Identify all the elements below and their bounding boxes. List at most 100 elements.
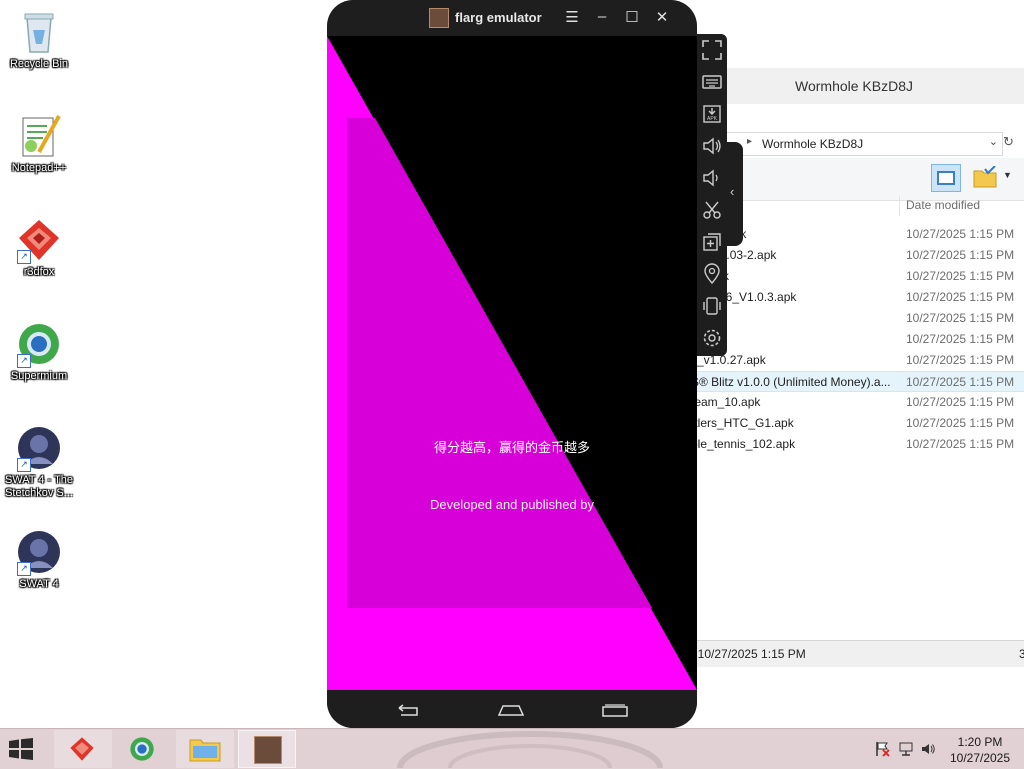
file-row[interactable]: ble_tennis_102.apk 10/27/2025 1:15 PM	[691, 434, 1024, 455]
breadcrumb-chevron-icon: ▸	[747, 136, 753, 147]
desktop-icon-label: Supermium	[10, 370, 68, 382]
close-icon[interactable]: ✕	[653, 8, 671, 26]
windows-start-icon[interactable]	[8, 738, 34, 760]
emulator-titlebar[interactable]: flarg emulator ☰ – ☐ ✕	[327, 0, 697, 36]
fullscreen-icon[interactable]	[701, 39, 723, 61]
status-info: : 10/27/2025 1:15 PM	[691, 647, 806, 661]
shortcut-arrow-icon: ↗	[17, 458, 31, 472]
file-date: 10/27/2025 1:15 PM	[906, 227, 1015, 241]
taskbar-r3dfox[interactable]	[54, 730, 112, 768]
file-row[interactable]: team_10.apk 10/27/2025 1:15 PM	[691, 392, 1024, 413]
home-icon[interactable]	[497, 702, 525, 718]
file-date: 10/27/2025 1:15 PM	[906, 437, 1015, 451]
android-nav-bar	[327, 690, 697, 728]
chevron-left-icon: ‹	[730, 184, 735, 199]
file-row[interactable]: Oz.apk10/27/2025 1:15 PM	[691, 266, 1024, 287]
action-center-flag-icon[interactable]	[874, 741, 890, 757]
splash-text-developer: Developed and published by	[429, 497, 595, 512]
game-splash-graphic	[327, 36, 697, 690]
file-name: ble_tennis_102.apk	[691, 437, 796, 451]
supermium-icon	[130, 737, 154, 761]
desktop-icon-r3dfox[interactable]: ↗ r3dfox	[1, 216, 77, 279]
network-icon[interactable]	[898, 741, 914, 757]
file-row[interactable]: oid_v1.03-2.apk 10/27/2025 1:15 PM	[691, 245, 1024, 266]
recent-apps-icon[interactable]	[601, 702, 629, 718]
status-number: 34	[1019, 647, 1024, 661]
swat4-icon: ↗	[15, 528, 63, 576]
desktop-icon-label: SWAT 4 - The Stetchkov S...	[4, 474, 74, 499]
back-icon[interactable]	[395, 702, 423, 718]
maximize-icon[interactable]: ☐	[623, 8, 641, 26]
clock-date: 10/27/2025	[949, 751, 1011, 765]
desktop-icon-supermium[interactable]: ↗ Supermium	[1, 320, 77, 383]
folder-check-icon[interactable]	[973, 166, 997, 188]
recycle-bin-icon	[15, 8, 63, 56]
shortcut-arrow-icon: ↗	[17, 354, 31, 368]
toolbar-collapse-handle[interactable]: ‹	[727, 142, 743, 246]
swat4-stetchkov-icon: ↗	[15, 424, 63, 472]
address-dropdown-icon[interactable]: ⌄	[989, 135, 998, 148]
file-date: 10/27/2025 1:15 PM	[906, 269, 1015, 283]
emulator-window[interactable]: flarg emulator ☰ – ☐ ✕ 得分越高，赢得的金币越多 Deve…	[327, 0, 697, 728]
supermium-icon: ↗	[15, 320, 63, 368]
menu-icon[interactable]: ☰	[563, 8, 581, 26]
pane-icon	[937, 171, 955, 185]
file-row[interactable]: _Armv6_V1.0.3.apk 10/27/2025 1:15 PM	[691, 287, 1024, 308]
svg-text:APK: APK	[707, 116, 718, 122]
desktop-icon-recycle-bin[interactable]: Recycle Bin	[1, 8, 77, 71]
volume-icon[interactable]	[920, 741, 936, 757]
status-bar: : 10/27/2025 1:15 PM 34	[691, 640, 1024, 667]
r3dfox-icon: ↗	[15, 216, 63, 264]
refresh-icon[interactable]: ↻	[1003, 134, 1014, 150]
emulator-logo-icon	[254, 736, 282, 764]
file-row[interactable]: 10/27/2025 1:15 PM	[691, 329, 1024, 350]
file-row[interactable]: s_v1.0.27.apk 10/27/2025 1:15 PM	[691, 350, 1024, 371]
emulator-screen[interactable]: 得分越高，赢得的金币越多 Developed and published by	[327, 36, 697, 690]
file-row[interactable]: ttlers_HTC_G1.apk 10/27/2025 1:15 PM	[691, 413, 1024, 434]
emulator-name: flarg emulator	[455, 10, 542, 25]
file-date: 10/27/2025 1:15 PM	[906, 248, 1015, 262]
emulator-logo-icon	[429, 8, 449, 28]
file-date: 10/27/2025 1:15 PM	[906, 375, 1015, 389]
install-apk-icon[interactable]: APK	[701, 103, 723, 125]
shortcut-arrow-icon: ↗	[17, 250, 31, 264]
shake-icon[interactable]	[701, 295, 723, 317]
address-text: Wormhole KBzD8J	[762, 137, 864, 151]
file-date: 10/27/2025 1:15 PM	[906, 332, 1015, 346]
file-date: 10/27/2025 1:15 PM	[906, 353, 1015, 367]
file-row[interactable]: en.apk10/27/2025 1:15 PM	[691, 308, 1024, 329]
file-date: 10/27/2025 1:15 PM	[906, 416, 1015, 430]
splash-text-chinese: 得分越高，赢得的金币越多	[433, 440, 590, 455]
view-pane-button[interactable]	[931, 164, 961, 192]
explorer-title: Wormhole KBzD8J	[691, 68, 1024, 104]
desktop-icon-label: r3dfox	[23, 266, 55, 278]
volume-up-icon[interactable]	[701, 135, 723, 157]
file-date: 10/27/2025 1:15 PM	[906, 290, 1015, 304]
shortcut-arrow-icon: ↗	[17, 562, 31, 576]
file-row[interactable]: S® Blitz v1.0.0 (Unlimited Money).a... 10…	[691, 371, 1024, 392]
file-name: ttlers_HTC_G1.apk	[691, 416, 794, 430]
emulator-side-toolbar: APK	[697, 34, 727, 356]
folder-icon	[189, 739, 221, 762]
screenshot-scissors-icon[interactable]	[701, 199, 723, 221]
desktop-icon-notepadpp[interactable]: Notepad++	[1, 112, 77, 175]
toolbar-dropdown-icon[interactable]: ▼	[1003, 170, 1012, 180]
settings-gear-icon[interactable]	[701, 327, 723, 349]
taskbar-supermium[interactable]	[114, 730, 172, 768]
column-header-date[interactable]: Date modified	[906, 198, 980, 212]
system-clock[interactable]: 1:20 PM 10/27/2025	[942, 734, 1018, 766]
r3dfox-icon	[70, 737, 94, 761]
desktop-icon-swat4-stetchkov[interactable]: ↗ SWAT 4 - The Stetchkov S...	[1, 424, 77, 500]
location-pin-icon[interactable]	[701, 263, 723, 285]
file-date: 10/27/2025 1:15 PM	[906, 311, 1015, 325]
taskbar-emulator[interactable]	[238, 730, 296, 768]
minimize-icon[interactable]: –	[593, 8, 611, 25]
keyboard-icon[interactable]	[701, 71, 723, 93]
multi-instance-icon[interactable]	[701, 231, 723, 253]
desktop-icon-swat4[interactable]: ↗ SWAT 4	[1, 528, 77, 591]
notepadpp-icon	[15, 112, 63, 160]
column-separator	[899, 196, 900, 216]
desktop-icon-label: Notepad++	[11, 162, 67, 174]
volume-down-icon[interactable]	[701, 167, 723, 189]
taskbar-file-explorer[interactable]	[176, 730, 234, 768]
